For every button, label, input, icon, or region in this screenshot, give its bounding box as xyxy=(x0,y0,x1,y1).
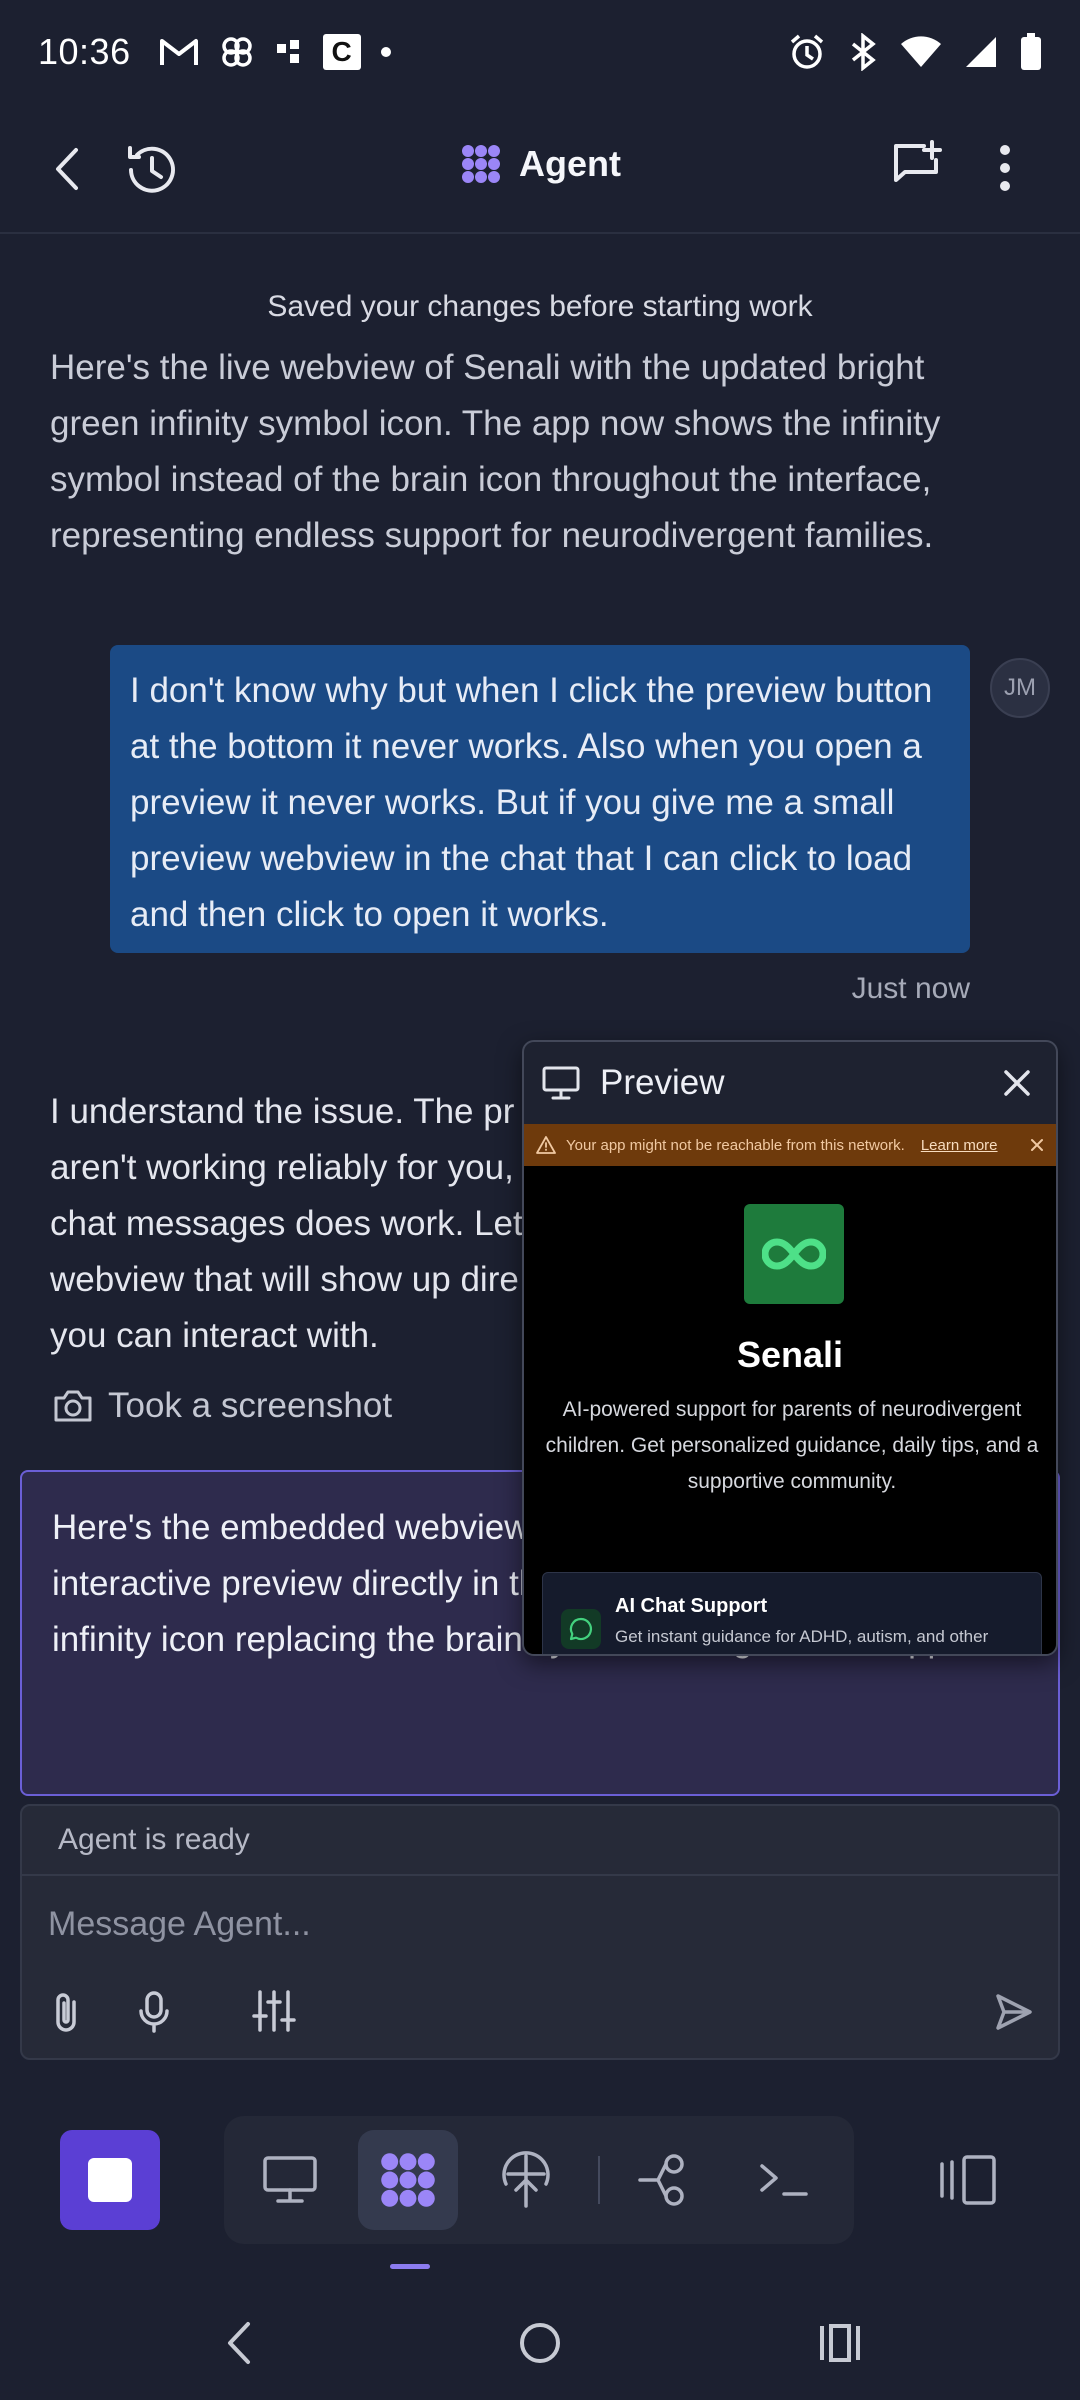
new-chat-button[interactable] xyxy=(888,138,944,194)
preview-title: Preview xyxy=(600,1063,725,1102)
app-header: Agent xyxy=(0,104,1080,234)
system-navigation-bar xyxy=(0,2290,1080,2400)
feature-title: AI Chat Support xyxy=(615,1595,768,1617)
message-timestamp: Just now xyxy=(851,972,970,1005)
send-button[interactable] xyxy=(994,1992,1034,2032)
chat-bubble-icon xyxy=(561,1609,601,1649)
more-options-button[interactable] xyxy=(988,142,1022,194)
settings-sliders-button[interactable] xyxy=(252,1988,296,2034)
preview-webview[interactable]: Senali AI-powered support for parents of… xyxy=(524,1166,1056,1654)
feature-card[interactable]: AI Chat Support Get instant guidance for… xyxy=(542,1572,1042,1654)
nav-recents-button[interactable] xyxy=(818,2318,862,2368)
warning-icon xyxy=(536,1136,556,1154)
feature-description: Get instant guidance for ADHD, autism, a… xyxy=(615,1627,989,1654)
panels-button[interactable] xyxy=(936,2154,1000,2206)
gmail-icon xyxy=(159,37,199,67)
signal-icon xyxy=(964,35,998,69)
composer-tools xyxy=(22,1970,1058,2058)
message-composer: Agent is ready Message Agent... xyxy=(20,1804,1060,2060)
alarm-icon xyxy=(788,33,826,71)
avatar: JM xyxy=(990,658,1050,718)
webview-tab[interactable] xyxy=(240,2130,340,2230)
page-title: Agent xyxy=(519,143,621,184)
c-app-icon: C xyxy=(322,34,361,70)
preview-header: Preview xyxy=(524,1042,1056,1124)
warning-text: Your app might not be reachable from thi… xyxy=(566,1136,905,1154)
nav-back-button[interactable] xyxy=(222,2318,256,2368)
battery-icon xyxy=(1020,33,1042,71)
camera-icon xyxy=(52,1388,94,1424)
active-tab-indicator xyxy=(390,2264,430,2269)
agent-message: I understand the issue. The pr aren't wo… xyxy=(50,1092,523,1355)
screenshot-action[interactable]: Took a screenshot xyxy=(52,1386,392,1426)
nav-home-button[interactable] xyxy=(516,2318,564,2368)
infinity-icon xyxy=(762,1237,826,1271)
close-preview-button[interactable] xyxy=(1002,1068,1032,1098)
stop-button[interactable] xyxy=(60,2130,160,2230)
status-bar: 10:36 C xyxy=(0,0,1080,104)
deploy-tab[interactable] xyxy=(476,2130,576,2230)
agent-logo-icon xyxy=(459,142,503,186)
app-description: AI-powered support for parents of neurod… xyxy=(545,1398,1039,1493)
network-warning: Your app might not be reachable from thi… xyxy=(524,1124,1056,1166)
screenshot-label: Took a screenshot xyxy=(108,1386,393,1425)
senali-logo xyxy=(744,1204,844,1304)
user-message: I don't know why but when I click the pr… xyxy=(110,645,970,953)
learn-more-link[interactable]: Learn more xyxy=(921,1137,998,1154)
dismiss-warning-button[interactable] xyxy=(1030,1138,1044,1152)
bluetooth-icon xyxy=(848,33,878,71)
git-tab[interactable] xyxy=(616,2130,716,2230)
toolbar-divider xyxy=(598,2156,600,2204)
status-time: 10:36 xyxy=(38,31,131,72)
wifi-icon xyxy=(900,35,942,69)
stop-icon xyxy=(88,2158,132,2202)
app-name: Senali xyxy=(736,1334,844,1375)
saved-changes-note: Saved your changes before starting work xyxy=(267,290,813,323)
microphone-button[interactable] xyxy=(136,1990,172,2034)
attach-button[interactable] xyxy=(48,1990,84,2034)
dots-icon xyxy=(275,38,303,66)
workspace-toolbar xyxy=(224,2116,854,2244)
shell-tab[interactable] xyxy=(734,2130,834,2230)
dot-icon xyxy=(380,47,391,57)
agent-message: Here's the live webview of Senali with t… xyxy=(50,348,941,555)
message-input[interactable]: Message Agent... xyxy=(22,1876,1058,1972)
pinwheel-icon xyxy=(219,34,255,70)
preview-panel: Preview Your app might not be reachable … xyxy=(522,1040,1058,1656)
monitor-icon xyxy=(542,1065,580,1101)
agent-tab[interactable] xyxy=(358,2130,458,2230)
agent-status: Agent is ready xyxy=(22,1806,1058,1876)
